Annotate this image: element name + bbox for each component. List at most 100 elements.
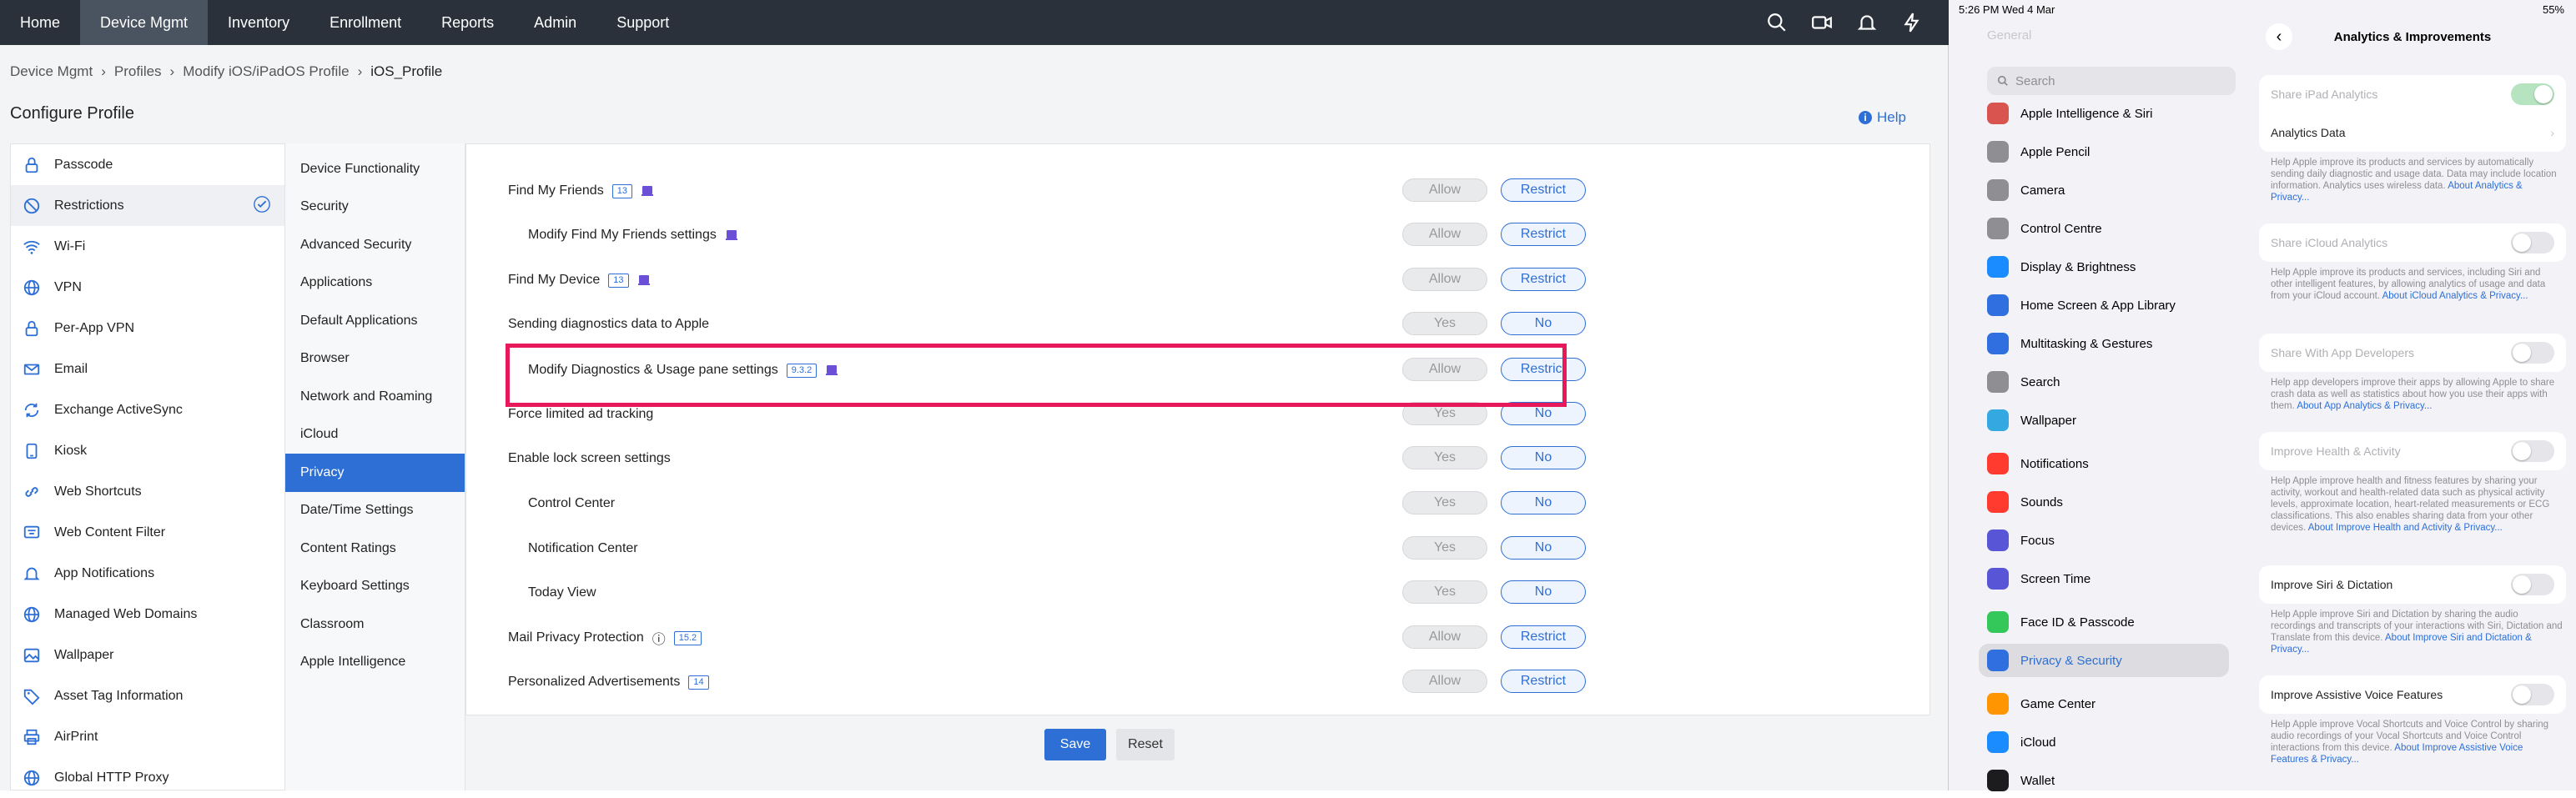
settings-item-search[interactable]: Search: [1979, 365, 2229, 399]
payload-item-passcode[interactable]: Passcode: [11, 144, 284, 185]
nav-device-mgmt[interactable]: Device Mgmt: [80, 0, 209, 45]
option-restrict-button[interactable]: Restrict: [1501, 223, 1586, 246]
settings-item-control-centre[interactable]: Control Centre: [1979, 212, 2229, 245]
settings-item-face-id-passcode[interactable]: Face ID & Passcode: [1979, 605, 2229, 639]
settings-item-apple-intelligence-siri[interactable]: Apple Intelligence & Siri: [1979, 97, 2229, 130]
category-classroom[interactable]: Classroom: [285, 605, 465, 644]
option-no-button[interactable]: No: [1501, 536, 1586, 560]
payload-item-email[interactable]: Email: [11, 349, 284, 389]
settings-item-home-screen-app-library[interactable]: Home Screen & App Library: [1979, 289, 2229, 322]
category-applications[interactable]: Applications: [285, 264, 465, 303]
payload-item-kiosk[interactable]: Kiosk: [11, 430, 284, 471]
search-icon[interactable]: [1766, 12, 1788, 33]
payload-item-asset-tag-information[interactable]: Asset Tag Information: [11, 675, 284, 716]
video-icon[interactable]: [1811, 12, 1833, 33]
option-allow-button[interactable]: Allow: [1402, 625, 1487, 649]
improve-siri-toggle[interactable]: [2511, 574, 2554, 595]
category-content-ratings[interactable]: Content Ratings: [285, 529, 465, 568]
settings-item-screen-time[interactable]: Screen Time: [1979, 562, 2229, 595]
category-privacy[interactable]: Privacy: [285, 454, 465, 492]
share-dev-toggle[interactable]: [2511, 342, 2554, 364]
improve-siri-row[interactable]: Improve Siri & Dictation: [2259, 565, 2566, 604]
general-item[interactable]: General: [1987, 28, 2031, 43]
help-link[interactable]: i Help: [1859, 109, 1906, 126]
share-ipad-row[interactable]: Share iPad Analytics: [2259, 75, 2566, 113]
category-icloud[interactable]: iCloud: [285, 416, 465, 454]
category-network-and-roaming[interactable]: Network and Roaming: [285, 378, 465, 416]
note-link[interactable]: About App Analytics & Privacy...: [2297, 401, 2432, 411]
share-ipad-toggle[interactable]: [2511, 83, 2554, 105]
share-dev-row[interactable]: Share With App Developers: [2259, 334, 2566, 372]
option-restrict-button[interactable]: Restrict: [1501, 178, 1586, 202]
settings-item-sounds[interactable]: Sounds: [1979, 485, 2229, 519]
payload-item-web-content-filter[interactable]: Web Content Filter: [11, 512, 284, 553]
nav-admin[interactable]: Admin: [514, 0, 596, 45]
note-link[interactable]: About iCloud Analytics & Privacy...: [2382, 291, 2528, 301]
option-yes-button[interactable]: Yes: [1402, 536, 1487, 560]
breadcrumb-item[interactable]: Device Mgmt: [10, 63, 93, 80]
payload-item-global-http-proxy[interactable]: Global HTTP Proxy: [11, 757, 284, 798]
nav-home[interactable]: Home: [0, 0, 80, 45]
payload-item-managed-web-domains[interactable]: Managed Web Domains: [11, 594, 284, 635]
payload-item-wi-fi[interactable]: Wi-Fi: [11, 226, 284, 267]
category-security[interactable]: Security: [285, 188, 465, 227]
option-no-button[interactable]: No: [1501, 312, 1586, 335]
search-field[interactable]: Search: [1987, 67, 2236, 95]
option-no-button[interactable]: No: [1501, 580, 1586, 604]
category-browser[interactable]: Browser: [285, 340, 465, 379]
option-allow-button[interactable]: Allow: [1402, 670, 1487, 693]
improve-voice-row[interactable]: Improve Assistive Voice Features: [2259, 675, 2566, 714]
settings-item-game-center[interactable]: Game Center: [1979, 687, 2229, 720]
breadcrumb-item[interactable]: Modify iOS/iPadOS Profile: [183, 63, 349, 80]
breadcrumb-item[interactable]: Profiles: [114, 63, 162, 80]
nav-inventory[interactable]: Inventory: [208, 0, 309, 45]
option-restrict-button[interactable]: Restrict: [1501, 625, 1586, 649]
nav-reports[interactable]: Reports: [421, 0, 514, 45]
settings-item-icloud[interactable]: iCloud: [1979, 725, 2229, 759]
payload-item-restrictions[interactable]: Restrictions: [11, 185, 284, 226]
option-no-button[interactable]: No: [1501, 491, 1586, 514]
settings-item-wallet[interactable]: Wallet: [1979, 764, 2229, 797]
payload-item-per-app-vpn[interactable]: Per-App VPN: [11, 308, 284, 349]
option-yes-button[interactable]: Yes: [1402, 446, 1487, 469]
nav-support[interactable]: Support: [596, 0, 689, 45]
bolt-icon[interactable]: [1901, 12, 1923, 33]
settings-item-notifications[interactable]: Notifications: [1979, 447, 2229, 480]
settings-item-multitasking-gestures[interactable]: Multitasking & Gestures: [1979, 327, 2229, 360]
payload-item-app-notifications[interactable]: App Notifications: [11, 553, 284, 594]
option-allow-button[interactable]: Allow: [1402, 268, 1487, 291]
improve-health-row[interactable]: Improve Health & Activity: [2259, 432, 2566, 470]
payload-item-web-shortcuts[interactable]: Web Shortcuts: [11, 471, 284, 512]
category-device-functionality[interactable]: Device Functionality: [285, 150, 465, 188]
option-no-button[interactable]: No: [1501, 446, 1586, 469]
category-apple-intelligence[interactable]: Apple Intelligence: [285, 644, 465, 682]
payload-item-exchange-activesync[interactable]: Exchange ActiveSync: [11, 389, 284, 430]
settings-item-camera[interactable]: Camera: [1979, 173, 2229, 207]
payload-item-airprint[interactable]: AirPrint: [11, 716, 284, 757]
option-restrict-button[interactable]: Restrict: [1501, 268, 1586, 291]
option-allow-button[interactable]: Allow: [1402, 223, 1487, 246]
settings-item-display-brightness[interactable]: Display & Brightness: [1979, 250, 2229, 284]
option-allow-button[interactable]: Allow: [1402, 178, 1487, 202]
option-yes-button[interactable]: Yes: [1402, 491, 1487, 514]
reset-button[interactable]: Reset: [1116, 729, 1175, 760]
share-icloud-toggle[interactable]: [2511, 232, 2554, 253]
settings-item-focus[interactable]: Focus: [1979, 524, 2229, 557]
nav-enrollment[interactable]: Enrollment: [309, 0, 421, 45]
improve-health-toggle[interactable]: [2511, 440, 2554, 462]
info-icon[interactable]: ⓘ: [652, 628, 666, 648]
category-default-applications[interactable]: Default Applications: [285, 302, 465, 340]
share-icloud-row[interactable]: Share iCloud Analytics: [2259, 223, 2566, 262]
analytics-data-row[interactable]: Analytics Data ›: [2259, 113, 2566, 152]
category-date-time-settings[interactable]: Date/Time Settings: [285, 492, 465, 530]
payload-item-wallpaper[interactable]: Wallpaper: [11, 635, 284, 675]
settings-item-apple-pencil[interactable]: Apple Pencil: [1979, 135, 2229, 168]
improve-voice-toggle[interactable]: [2511, 684, 2554, 705]
option-restrict-button[interactable]: Restrict: [1501, 670, 1586, 693]
option-yes-button[interactable]: Yes: [1402, 312, 1487, 335]
payload-item-vpn[interactable]: VPN: [11, 267, 284, 308]
settings-item-wallpaper[interactable]: Wallpaper: [1979, 404, 2229, 437]
category-advanced-security[interactable]: Advanced Security: [285, 226, 465, 264]
note-link[interactable]: About Improve Health and Activity & Priv…: [2308, 523, 2503, 533]
option-yes-button[interactable]: Yes: [1402, 580, 1487, 604]
